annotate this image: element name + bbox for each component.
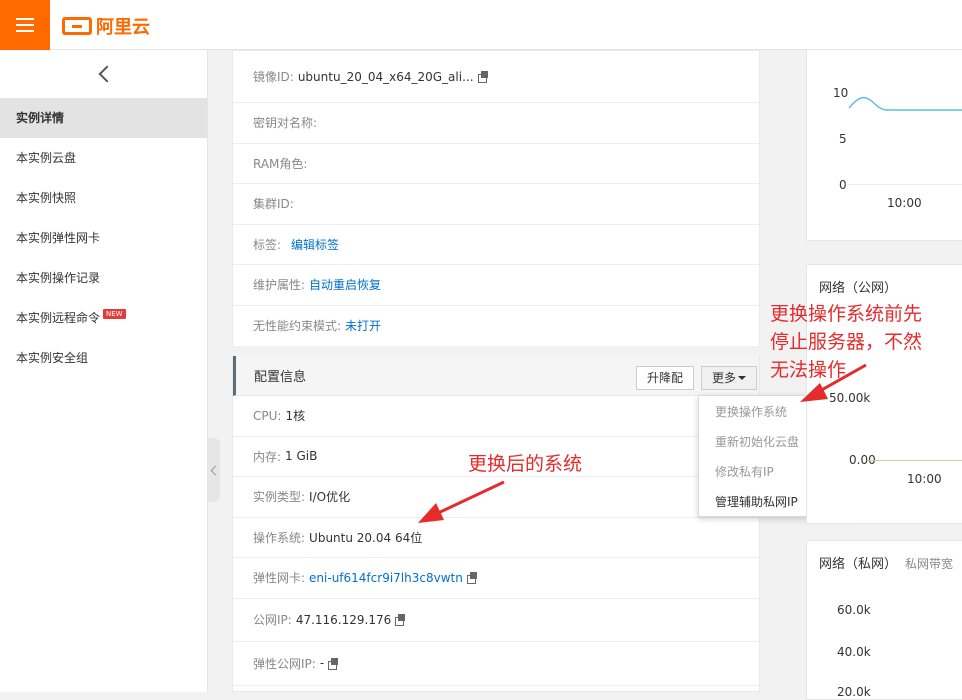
baseline <box>867 460 962 461</box>
row-instance-type: 实例类型: I/O优化 <box>233 477 759 518</box>
sidebar-item-security-group[interactable]: 本实例安全组 <box>0 338 207 378</box>
logo-text: 阿里云 <box>96 17 150 38</box>
annotation-after-change: 更换后的系统 <box>468 453 583 475</box>
copy-icon[interactable] <box>395 614 406 626</box>
private-network-chart: 网络（私网） 私网带宽 60.0k 40.0k 20.0k <box>806 540 962 700</box>
config-section-header: 配置信息 升降配 更多 <box>233 356 759 396</box>
row-tags: 标签: 编辑标签 <box>233 225 759 265</box>
row-keypair: 密钥对名称: <box>233 103 759 144</box>
y-tick: 60.0k <box>837 603 871 617</box>
row-eni: 弹性网卡: eni-uf614fcr9i7lh3c8vwtn <box>233 558 759 599</box>
sidebar-item-snapshots[interactable]: 本实例快照 <box>0 178 207 218</box>
sidebar-item-instance-details[interactable]: 实例详情 <box>0 98 207 138</box>
sidebar-collapse-handle[interactable] <box>208 438 221 502</box>
instance-info-panel: 镜像ID: ubuntu_20_04_x64_20G_ali... 密钥对名称:… <box>232 50 760 692</box>
y-tick: 10 <box>833 86 849 100</box>
gridline <box>847 184 962 185</box>
chart-title: 网络（公网） <box>819 281 898 296</box>
x-tick: 10:00 <box>907 472 942 486</box>
edit-tags-link[interactable]: 编辑标签 <box>291 236 339 253</box>
row-ram-role: RAM角色: <box>233 144 759 184</box>
upgrade-button[interactable]: 升降配 <box>636 366 695 390</box>
series-line <box>848 96 962 111</box>
aliyun-logo[interactable]: 阿里云 <box>62 14 150 38</box>
row-public-ip: 公网IP: 47.116.129.176 <box>233 599 759 642</box>
copy-icon[interactable] <box>328 657 339 670</box>
top-metric-chart: 10 5 0 10:00 <box>806 50 962 241</box>
sidebar-item-eni[interactable]: 本实例弹性网卡 <box>0 218 207 258</box>
sidebar-item-remote-command[interactable]: 本实例远程命令 NEW <box>0 298 207 338</box>
back-button[interactable] <box>0 50 207 98</box>
y-tick: 50.00k <box>829 391 871 405</box>
row-eip: 弹性公网IP: - <box>233 642 759 686</box>
row-os: 操作系统: Ubuntu 20.04 64位 <box>233 518 759 558</box>
image-id-value: ubuntu_20_04_x64_20G_ali... <box>297 69 474 84</box>
sidebar-item-operation-log[interactable]: 本实例操作记录 <box>0 258 207 298</box>
more-button[interactable]: 更多 <box>701 366 758 390</box>
copy-icon[interactable] <box>477 71 489 83</box>
caret-down-icon <box>738 376 747 380</box>
top-bar: 阿里云 <box>0 0 962 50</box>
y-tick: 40.0k <box>837 645 871 659</box>
config-section-title: 配置信息 <box>254 370 307 385</box>
sidebar-item-disks[interactable]: 本实例云盘 <box>0 138 207 178</box>
chevron-left-icon <box>98 65 115 83</box>
row-maintenance: 维护属性: 自动重启恢复 <box>233 265 759 306</box>
eni-link[interactable]: eni-uf614fcr9i7lh3c8vwtn <box>309 571 463 585</box>
sidebar: 实例详情 本实例云盘 本实例快照 本实例弹性网卡 本实例操作记录 本实例远程命令… <box>0 50 208 692</box>
new-badge: NEW <box>103 309 126 319</box>
chart-subtitle: 私网带宽 <box>905 557 954 571</box>
row-cpu: CPU: 1核 <box>233 396 759 437</box>
maintenance-link[interactable]: 自动重启恢复 <box>309 276 381 293</box>
chart-title: 网络（私网） 私网带宽 <box>819 557 954 572</box>
burstable-link[interactable]: 未打开 <box>345 317 381 334</box>
copy-icon[interactable] <box>466 572 478 585</box>
os-value: Ubuntu 20.04 64位 <box>309 530 423 545</box>
y-tick: 0 <box>839 178 847 192</box>
row-cluster-id: 集群ID: <box>233 184 759 225</box>
hamburger-icon[interactable] <box>0 0 50 50</box>
y-tick: 20.0k <box>837 685 871 699</box>
row-image-id: 镜像ID: ubuntu_20_04_x64_20G_ali... <box>233 51 759 103</box>
aliyun-logo-icon <box>62 17 92 35</box>
section-gap <box>232 346 760 356</box>
y-tick: 5 <box>839 132 847 146</box>
chevron-left-icon <box>210 465 221 475</box>
x-tick: 10:00 <box>887 196 922 210</box>
row-burstable: 无性能约束模式: 未打开 <box>253 317 382 334</box>
annotation-stop-first: 更换操作系统前先 停止服务器，不然 无法操作 <box>770 303 923 381</box>
